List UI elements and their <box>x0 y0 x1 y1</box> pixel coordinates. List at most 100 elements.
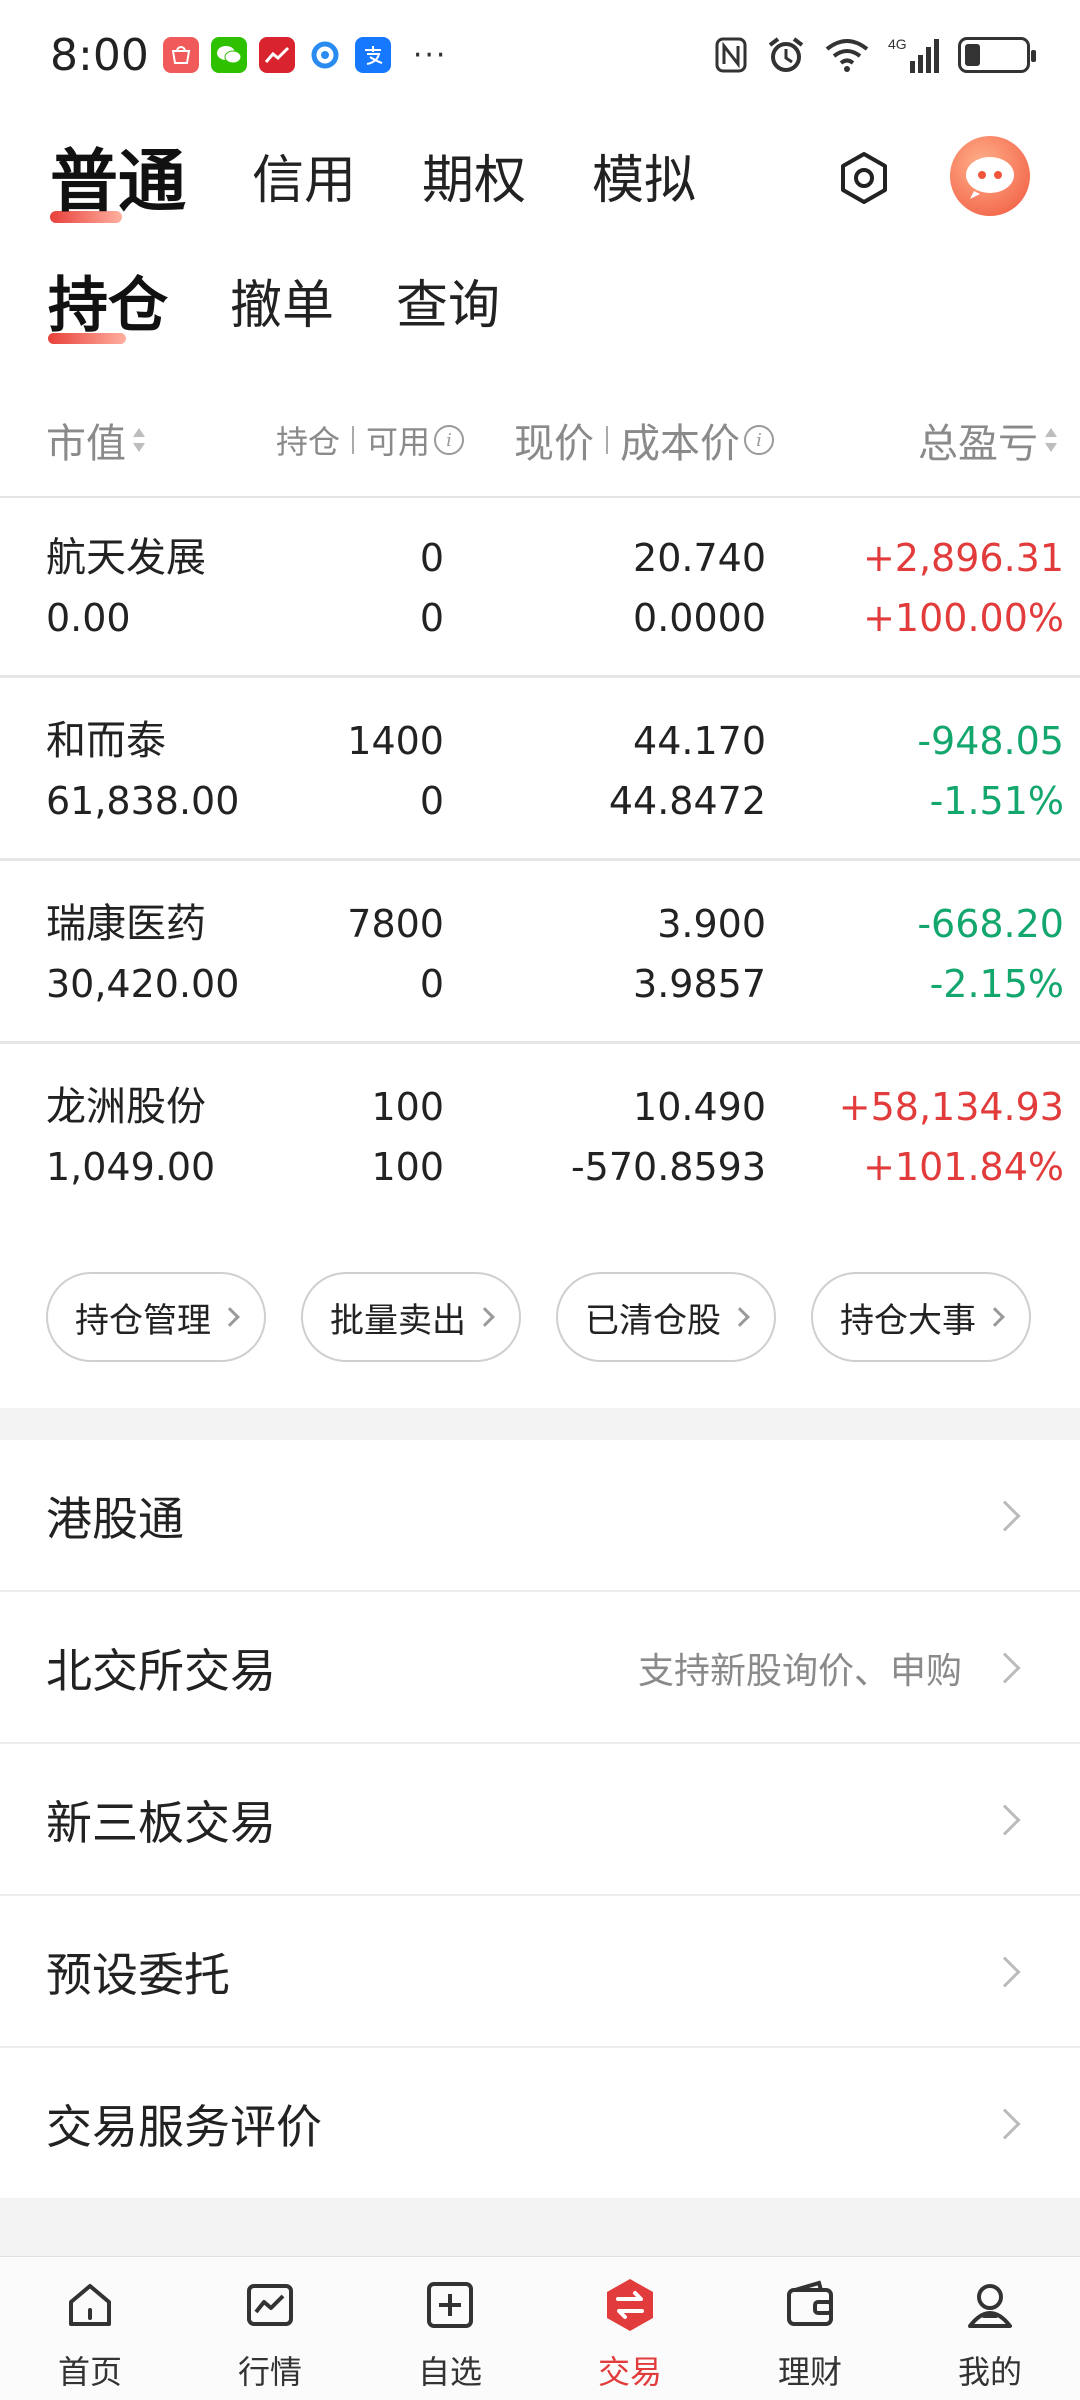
network-type-label: 4G <box>888 36 907 52</box>
current-price: 44.170 <box>633 719 766 763</box>
more-notifications-icon: ··· <box>412 37 448 73</box>
total-pnl: -948.05 <box>917 719 1064 763</box>
position-qty: 1400 <box>347 719 444 763</box>
menu-item-label: 交易服务评价 <box>46 2100 322 2154</box>
nav-label: 行情 <box>237 2353 302 2391</box>
menu-item-label: 港股通 <box>46 1492 184 1546</box>
chevron-right-icon <box>989 1956 1021 1988</box>
nav-wealth[interactable]: 理财 <box>720 2257 900 2400</box>
total-pnl: +58,134.93 <box>838 1085 1064 1129</box>
cost-price: 3.9857 <box>633 962 766 1006</box>
position-qty: 7800 <box>347 902 444 946</box>
menu-item-label: 预设委托 <box>46 1948 230 2002</box>
header-separator <box>352 426 355 454</box>
table-row[interactable]: 和而泰 61,838.00 1400 0 44.170 44.8472 -948… <box>0 681 1080 861</box>
table-row[interactable]: 航天发展 0.00 0 0 20.740 0.0000 +2,896.31 +1… <box>0 498 1080 678</box>
table-row[interactable]: 龙洲股份 1,049.00 100 100 10.490 -570.8593 +… <box>0 1047 1080 1227</box>
pill-label: 批量卖出 <box>330 1300 466 1341</box>
chevron-right-icon <box>989 1804 1021 1836</box>
market-value: 0.00 <box>46 596 131 640</box>
pnl-percent: +100.00% <box>863 596 1064 640</box>
sort-icon <box>132 425 146 455</box>
chevron-right-icon <box>989 1500 1021 1532</box>
nav-profile[interactable]: 我的 <box>900 2257 1080 2400</box>
position-events-button[interactable]: 持仓大事 <box>811 1272 1031 1362</box>
menu-item-preset-order[interactable]: 预设委托 <box>0 1896 1080 2048</box>
nav-market[interactable]: 行情 <box>180 2257 360 2400</box>
tab-options[interactable]: 期权 <box>422 138 526 213</box>
current-price: 3.900 <box>657 902 766 946</box>
header-market-value-label: 市值 <box>46 421 126 467</box>
tab-normal[interactable]: 普通 <box>50 126 186 225</box>
nav-home[interactable]: 首页 <box>0 2257 180 2400</box>
browser-icon <box>306 37 343 73</box>
pill-label: 已清仓股 <box>585 1300 721 1341</box>
market-value: 30,420.00 <box>46 962 240 1006</box>
stock-name: 和而泰 <box>46 718 166 764</box>
nav-label: 首页 <box>57 2353 122 2391</box>
current-price: 10.490 <box>633 1085 766 1129</box>
tab-simulation[interactable]: 模拟 <box>592 138 696 213</box>
menu-item-service-rating[interactable]: 交易服务评价 <box>0 2048 1080 2200</box>
header-market-value[interactable]: 市值 <box>46 400 146 480</box>
position-management-button[interactable]: 持仓管理 <box>46 1272 266 1362</box>
batch-sell-button[interactable]: 批量卖出 <box>301 1272 521 1362</box>
nav-label: 交易 <box>597 2353 662 2391</box>
tab-positions[interactable]: 持仓 <box>48 257 168 344</box>
status-bar: 8:00 ··· 4G <box>0 0 1080 110</box>
market-value: 1,049.00 <box>46 1145 216 1189</box>
alarm-icon <box>766 35 806 75</box>
wallet-icon <box>780 2275 840 2335</box>
add-watchlist-icon <box>420 2275 480 2335</box>
section-divider <box>0 1408 1080 1440</box>
battery-level <box>965 44 980 66</box>
nav-watchlist[interactable]: 自选 <box>360 2257 540 2400</box>
info-icon[interactable]: i <box>744 425 774 455</box>
chevron-right-icon <box>730 1307 750 1327</box>
position-actions: 持仓管理 批量卖出 已清仓股 持仓大事 <box>46 1272 1046 1362</box>
menu-item-hk-connect[interactable]: 港股通 <box>0 1440 1080 1592</box>
tab-query[interactable]: 查询 <box>396 263 500 338</box>
available-qty: 0 <box>419 596 444 640</box>
tab-credit[interactable]: 信用 <box>252 138 356 213</box>
nfc-icon <box>714 35 748 75</box>
info-icon[interactable]: i <box>434 425 465 455</box>
menu-item-neeq-trading[interactable]: 新三板交易 <box>0 1744 1080 1896</box>
profile-icon <box>960 2275 1020 2335</box>
tab-cancel-order[interactable]: 撤单 <box>230 263 334 338</box>
available-qty: 0 <box>419 962 444 1006</box>
chevron-right-icon <box>220 1307 240 1327</box>
stock-name: 龙洲股份 <box>46 1084 206 1130</box>
table-row[interactable]: 瑞康医药 30,420.00 7800 0 3.900 3.9857 -668.… <box>0 864 1080 1044</box>
header-cost-label: 成本价 <box>620 421 740 467</box>
trade-icon <box>600 2275 660 2335</box>
bottom-spacer <box>0 2198 1080 2256</box>
market-chart-icon <box>240 2275 300 2335</box>
settings-icon[interactable] <box>834 148 894 208</box>
cleared-stocks-button[interactable]: 已清仓股 <box>556 1272 776 1362</box>
shopping-app-icon <box>162 37 199 73</box>
current-price: 20.740 <box>633 536 766 580</box>
status-time: 8:00 <box>50 29 149 81</box>
assistant-avatar[interactable] <box>950 136 1030 216</box>
cellular-signal-icon: 4G <box>888 35 940 75</box>
nav-label: 理财 <box>777 2353 842 2391</box>
battery-icon <box>958 37 1036 73</box>
chevron-right-icon <box>475 1307 495 1327</box>
menu-item-label: 北交所交易 <box>46 1644 276 1698</box>
header-pnl-label: 总盈亏 <box>918 421 1038 467</box>
pnl-percent: +101.84% <box>863 1145 1064 1189</box>
header-separator <box>606 426 608 454</box>
header-total-pnl[interactable]: 总盈亏 <box>918 400 1058 480</box>
chevron-right-icon <box>989 2108 1021 2140</box>
function-tabs: 持仓 撤单 查询 <box>0 245 1080 355</box>
position-qty: 100 <box>371 1085 444 1129</box>
stock-name: 航天发展 <box>46 535 206 581</box>
cost-price: -570.8593 <box>570 1145 766 1189</box>
pnl-percent: -1.51% <box>929 779 1064 823</box>
notification-icons: ··· <box>162 37 448 73</box>
cost-price: 44.8472 <box>608 779 766 823</box>
menu-item-bse-trading[interactable]: 北交所交易 支持新股询价、申购 <box>0 1592 1080 1744</box>
total-pnl: -668.20 <box>917 902 1064 946</box>
nav-trade[interactable]: 交易 <box>540 2257 720 2400</box>
